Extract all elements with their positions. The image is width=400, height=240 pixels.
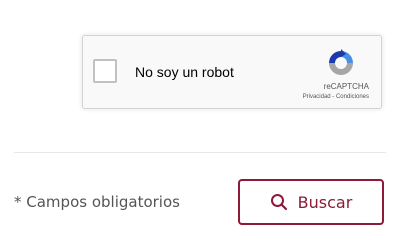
recaptcha-checkbox-label: No soy un robot (135, 64, 234, 80)
recaptcha-logo-icon (329, 49, 353, 75)
search-button-label: Buscar (297, 192, 353, 212)
required-fields-note: * Campos obligatorios (14, 193, 180, 211)
recaptcha-brand: reCAPTCHA (323, 82, 369, 91)
divider (14, 152, 386, 153)
recaptcha-checkbox[interactable] (93, 59, 117, 83)
search-button[interactable]: Buscar (238, 179, 384, 225)
recaptcha-widget: No soy un robot reCAPTCHA Privacidad - C… (82, 35, 382, 109)
recaptcha-terms-link[interactable]: Privacidad - Condiciones (303, 94, 369, 100)
search-icon (270, 194, 287, 211)
